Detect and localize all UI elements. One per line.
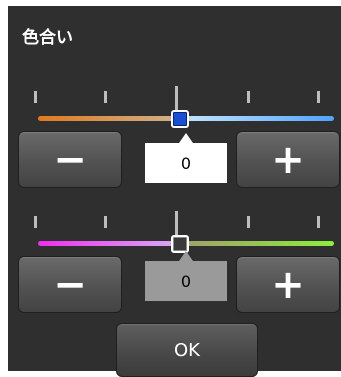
saturation-value-text: 0 xyxy=(180,271,192,291)
ok-button[interactable]: OK xyxy=(116,323,258,377)
minus-icon: − xyxy=(53,261,87,308)
hue-decrement-button[interactable]: − xyxy=(18,131,122,188)
color-adjust-dialog: 色合い − 0 + − 0 + OK xyxy=(8,6,341,377)
hue-tick xyxy=(317,91,320,103)
hue-increment-button[interactable]: + xyxy=(236,131,340,188)
saturation-increment-button[interactable]: + xyxy=(236,256,340,313)
ok-label: OK xyxy=(174,339,200,361)
hue-tick xyxy=(104,91,107,103)
minus-icon: − xyxy=(53,136,87,183)
saturation-tick xyxy=(247,216,250,228)
saturation-decrement-button[interactable]: − xyxy=(18,256,122,313)
saturation-tick xyxy=(104,216,107,228)
saturation-center-tick xyxy=(175,211,178,235)
hue-tick xyxy=(34,91,37,103)
hue-slider-thumb[interactable] xyxy=(171,110,189,128)
dialog-title: 色合い xyxy=(22,28,73,48)
hue-tick xyxy=(247,91,250,103)
plus-icon: + xyxy=(271,136,305,183)
saturation-value-display: 0 xyxy=(145,251,227,301)
hue-value-text: 0 xyxy=(180,153,192,173)
saturation-tick xyxy=(34,216,37,228)
hue-center-tick xyxy=(175,86,178,110)
hue-value-display: 0 xyxy=(145,133,227,183)
plus-icon: + xyxy=(271,261,305,308)
saturation-tick xyxy=(317,216,320,228)
